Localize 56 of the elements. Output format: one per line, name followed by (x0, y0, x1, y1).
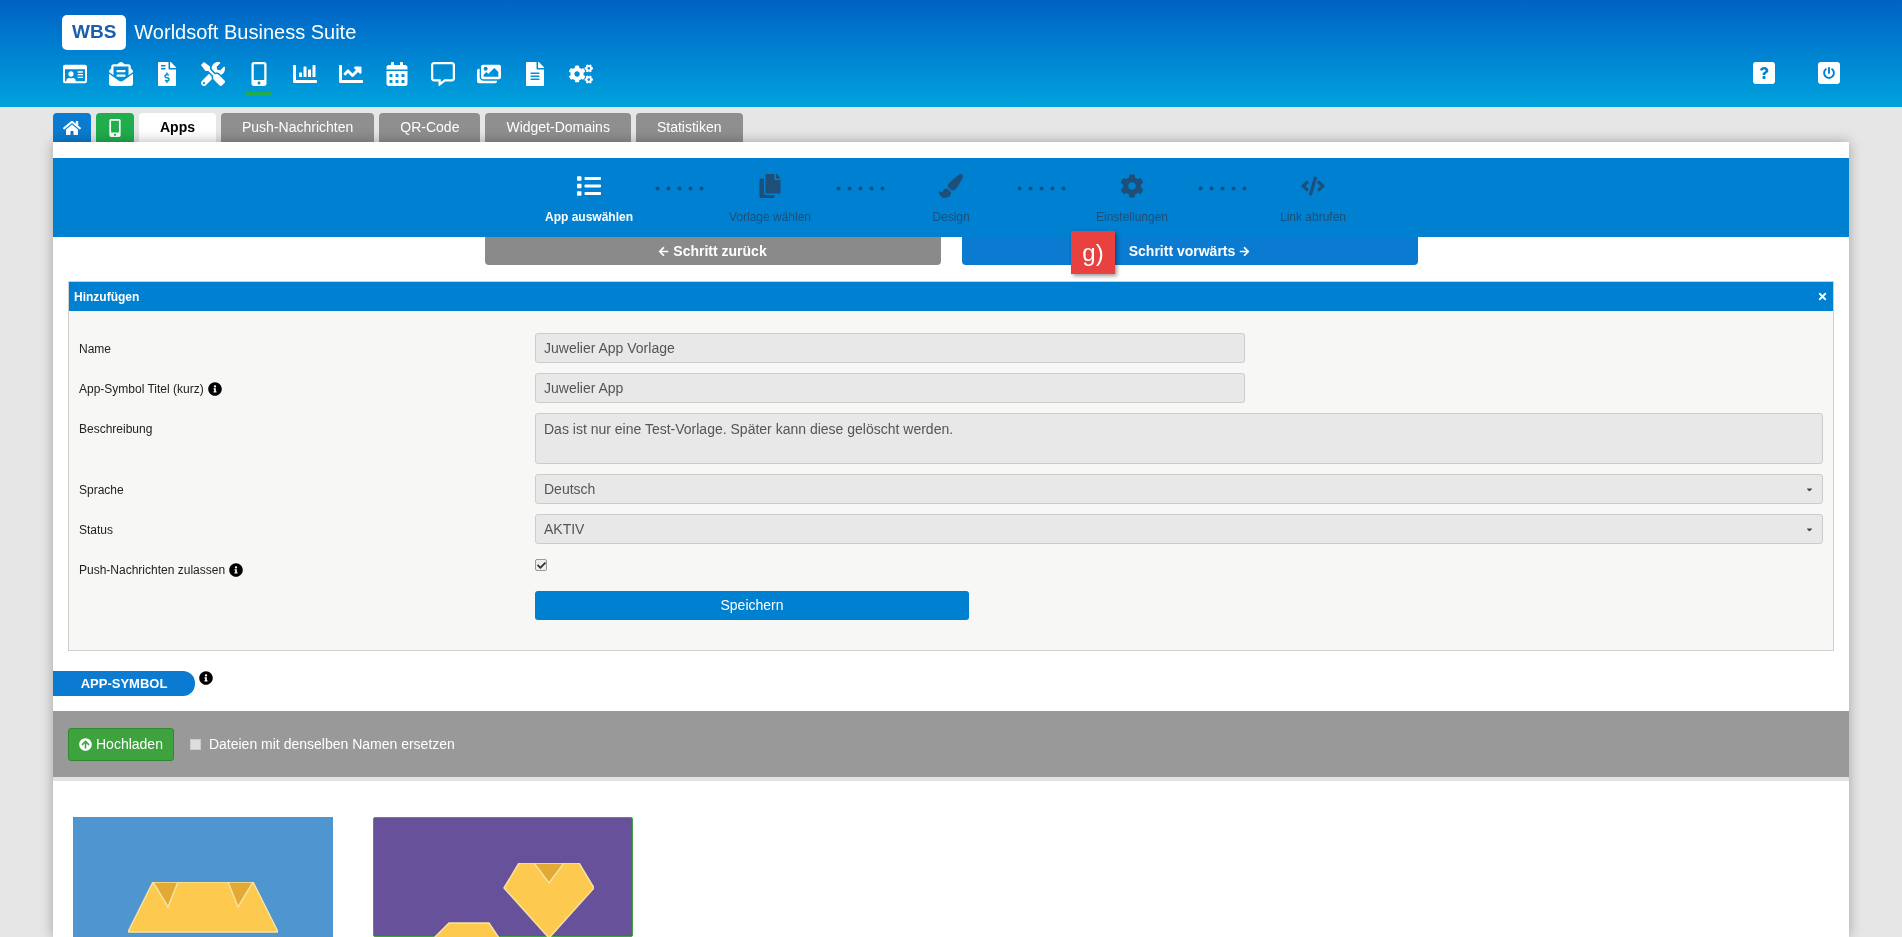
dotted-connector (655, 186, 704, 191)
image-thumbnail[interactable] (373, 817, 633, 937)
dotted-connector (1017, 186, 1066, 191)
tab[interactable]: Apps (139, 113, 216, 142)
image-thumbnail[interactable] (73, 817, 333, 937)
field-label: Sprache (79, 482, 124, 499)
smartphone-icon (106, 118, 124, 137)
checkbox[interactable] (189, 738, 201, 750)
code-icon (1301, 174, 1325, 198)
logo-badge: WBS (62, 15, 127, 50)
brush-icon (939, 174, 963, 198)
panel-title: Hinzufügen (74, 288, 140, 306)
tab[interactable]: Widget-Domains (485, 113, 631, 142)
gear-icon (1120, 174, 1144, 198)
info-icon[interactable] (207, 382, 222, 396)
wizard-step[interactable]: Einstellungen (1072, 174, 1192, 226)
arrow-left-icon (658, 245, 670, 257)
dotted-connector (1198, 186, 1247, 191)
wizard-step[interactable]: Design (891, 174, 1011, 226)
mobile-tab[interactable] (96, 113, 134, 142)
annotation-badge: g) (1071, 231, 1115, 274)
smartphone-icon[interactable] (246, 59, 272, 96)
select-field[interactable]: Deutsch (535, 474, 1823, 504)
tab[interactable]: QR-Code (379, 113, 481, 142)
text-field[interactable]: Juwelier App (535, 373, 1245, 403)
list-icon (577, 174, 601, 198)
save-button[interactable]: Speichern (535, 591, 969, 620)
wizard-step[interactable]: App auswählen (529, 174, 649, 226)
upload-icon (79, 737, 92, 751)
wizard-step[interactable]: Vorlage wählen (710, 174, 830, 226)
field-label: Beschreibung (79, 421, 153, 438)
checkbox-label: Dateien mit denselben Namen ersetzen (208, 734, 455, 754)
text-field[interactable]: Juwelier App Vorlage (535, 333, 1245, 363)
info-icon[interactable] (229, 563, 244, 577)
checkbox[interactable] (535, 559, 547, 571)
back-button[interactable]: Schritt zurück (484, 237, 941, 265)
textarea-field[interactable]: Das ist nur eine Test-Vorlage. Später kann diese gelöscht werden. (535, 413, 1823, 464)
field-label: App-Symbol Titel (kurz) (79, 381, 204, 398)
home-tab[interactable] (53, 113, 91, 142)
app-title: Worldsoft Business Suite (134, 20, 357, 46)
wizard-step[interactable]: Link abrufen (1253, 174, 1373, 226)
documents-icon (758, 174, 782, 198)
help-icon[interactable] (1753, 62, 1775, 84)
home-icon (63, 118, 81, 137)
select-field[interactable]: AKTIV (535, 514, 1823, 544)
close-icon[interactable] (1817, 291, 1828, 302)
field-label: Push-Nachrichten zulassen (79, 562, 226, 579)
tab[interactable]: Push-Nachrichten (221, 113, 375, 142)
field-label: Name (79, 341, 111, 358)
info-icon[interactable] (199, 671, 213, 685)
upload-button[interactable]: Hochladen (68, 727, 174, 761)
tab[interactable]: Statistiken (635, 113, 743, 142)
power-icon[interactable] (1818, 62, 1840, 84)
field-label: Status (79, 522, 114, 539)
arrow-right-icon (1239, 245, 1251, 257)
dotted-connector (836, 186, 885, 191)
